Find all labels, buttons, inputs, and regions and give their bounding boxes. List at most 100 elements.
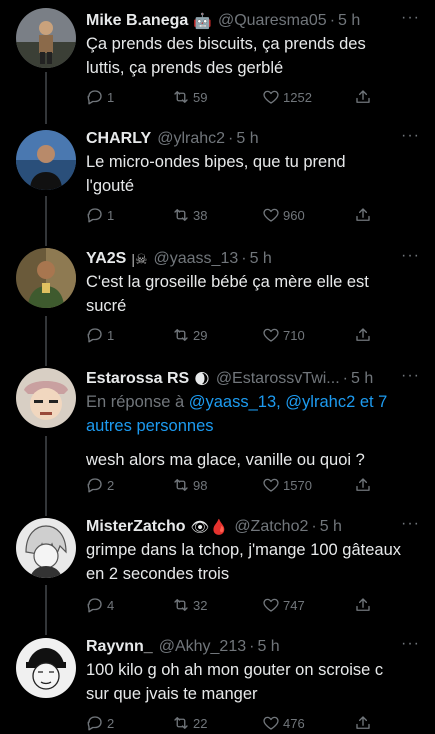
- reply-button[interactable]: 2: [86, 714, 114, 732]
- tweet[interactable]: Rayvnn_ @Akhy_213 · 5 h ··· 100 kilo g o…: [0, 630, 435, 734]
- tweet-actions: 1 38 960: [86, 206, 386, 226]
- retweet-button[interactable]: 22: [172, 714, 207, 732]
- timestamp[interactable]: 5 h: [320, 516, 342, 538]
- tweet[interactable]: YA2S |☠ @yaass_13 · 5 h ··· C'est la gro…: [0, 240, 435, 360]
- user-handle[interactable]: @Quaresma05: [218, 10, 327, 32]
- display-name[interactable]: Estarossa RS: [86, 368, 189, 390]
- timestamp[interactable]: 5 h: [257, 636, 279, 658]
- like-button[interactable]: 747: [262, 596, 305, 614]
- more-options-icon[interactable]: ···: [401, 516, 420, 532]
- heart-icon: [263, 478, 279, 492]
- timestamp[interactable]: 5 h: [250, 248, 272, 270]
- tweet-text-line: C'est la groseille bébé ça mère elle est: [86, 273, 369, 291]
- reply-count: 4: [107, 597, 115, 613]
- share-button[interactable]: [354, 596, 375, 614]
- tweet-text: wesh alors ma glace, vanille ou quoi ?: [86, 448, 425, 472]
- retweet-button[interactable]: 38: [172, 206, 207, 224]
- retweet-button[interactable]: 98: [172, 476, 207, 494]
- avatar[interactable]: [16, 638, 76, 698]
- more-options-icon[interactable]: ···: [401, 368, 420, 384]
- retweet-icon: [174, 91, 188, 103]
- separator-dot: ·: [249, 638, 255, 655]
- tweet-text-line: grimpe dans la tchop, j'mange 100 gâteau…: [86, 541, 402, 559]
- reply-button[interactable]: 1: [86, 206, 114, 224]
- retweet-icon: [174, 599, 188, 611]
- pirate-flag-emoji: |☠: [131, 251, 148, 267]
- retweet-button[interactable]: 59: [172, 88, 207, 106]
- reply-icon: [87, 328, 102, 343]
- avatar[interactable]: [16, 518, 76, 578]
- reply-button[interactable]: 4: [86, 596, 114, 614]
- user-handle[interactable]: @yaass_13: [154, 248, 239, 270]
- reply-button[interactable]: 1: [86, 88, 114, 106]
- reply-button[interactable]: 1: [86, 326, 114, 344]
- moon-emoji: 🌒: [194, 370, 210, 388]
- share-icon: [356, 328, 370, 341]
- retweet-icon: [174, 479, 188, 491]
- user-handle[interactable]: @Zatcho2: [234, 516, 308, 538]
- user-handle[interactable]: @ylrahc2: [157, 128, 225, 150]
- retweet-count: 59: [193, 89, 208, 105]
- share-button[interactable]: [354, 476, 375, 494]
- display-name[interactable]: MisterZatcho: [86, 516, 186, 538]
- retweet-button[interactable]: 32: [172, 596, 207, 614]
- share-icon: [356, 90, 370, 103]
- retweet-icon: [174, 209, 188, 221]
- tweet[interactable]: MisterZatcho 👁🩸 @Zatcho2 · 5 h ··· grimp…: [0, 510, 435, 630]
- share-icon: [356, 208, 370, 221]
- like-button[interactable]: 1252: [262, 88, 312, 106]
- heart-icon: [263, 716, 279, 730]
- tweet-text: 100 kilo g oh ah mon gouter on scroise c…: [86, 658, 425, 706]
- more-options-icon[interactable]: ···: [401, 10, 420, 26]
- timestamp[interactable]: 5 h: [236, 128, 258, 150]
- display-name[interactable]: Mike B.anega: [86, 10, 188, 32]
- like-button[interactable]: 1570: [262, 476, 312, 494]
- reply-count: 1: [107, 89, 115, 105]
- tweet[interactable]: CHARLY @ylrahc2 · 5 h ··· Le micro-ondes…: [0, 120, 435, 240]
- tweet-text-line: l'gouté: [86, 177, 135, 195]
- reply-count: 1: [107, 327, 115, 343]
- retweet-button[interactable]: 29: [172, 326, 207, 344]
- separator-dot: ·: [311, 518, 317, 535]
- more-options-icon[interactable]: ···: [401, 636, 420, 652]
- timestamp[interactable]: 5 h: [338, 10, 360, 32]
- reply-count: 2: [107, 477, 115, 493]
- share-button[interactable]: [354, 714, 375, 732]
- user-handle[interactable]: @Akhy_213: [159, 636, 246, 658]
- tweet[interactable]: Estarossa RS 🌒 @EstarossvTwi... · 5 h ··…: [0, 360, 435, 510]
- reply-icon: [87, 478, 102, 493]
- retweet-count: 32: [193, 597, 208, 613]
- like-button[interactable]: 710: [262, 326, 305, 344]
- avatar[interactable]: [16, 248, 76, 308]
- separator-dot: ·: [329, 12, 336, 29]
- tweet-text-line: luttis, ça prends des gerblé: [86, 59, 284, 77]
- share-button[interactable]: [354, 206, 375, 224]
- avatar[interactable]: [16, 368, 76, 428]
- more-options-icon[interactable]: ···: [401, 128, 420, 144]
- heart-icon: [263, 208, 279, 222]
- display-name[interactable]: Rayvnn_: [86, 636, 153, 658]
- reply-icon: [87, 598, 102, 613]
- tweet[interactable]: Mike B.anega 🤖 @Quaresma05 · 5 h ··· Ça …: [0, 0, 435, 120]
- avatar[interactable]: [16, 130, 76, 190]
- share-button[interactable]: [354, 88, 375, 106]
- display-name[interactable]: YA2S: [86, 248, 126, 270]
- reply-others-link[interactable]: autres personnes: [86, 417, 214, 435]
- like-button[interactable]: 960: [262, 206, 305, 224]
- avatar[interactable]: [16, 8, 76, 68]
- reply-count: 2: [107, 715, 115, 731]
- separator-dot: ·: [241, 250, 247, 267]
- share-button[interactable]: [354, 326, 375, 344]
- reply-button[interactable]: 2: [86, 476, 114, 494]
- reply-icon: [87, 90, 102, 105]
- like-count: 1570: [283, 477, 312, 493]
- timestamp[interactable]: 5 h: [351, 368, 373, 390]
- reply-mentions-link[interactable]: @yaass_13, @ylrahc2 et 7: [189, 393, 388, 411]
- user-handle[interactable]: @EstarossvTwi...: [216, 368, 340, 390]
- more-options-icon[interactable]: ···: [401, 248, 420, 264]
- display-name[interactable]: CHARLY: [86, 128, 151, 150]
- like-button[interactable]: 476: [262, 714, 305, 732]
- tweet-text-line: sucré: [86, 297, 127, 315]
- tweet-actions: 1 29 710: [86, 326, 386, 346]
- separator-dot: ·: [342, 370, 348, 387]
